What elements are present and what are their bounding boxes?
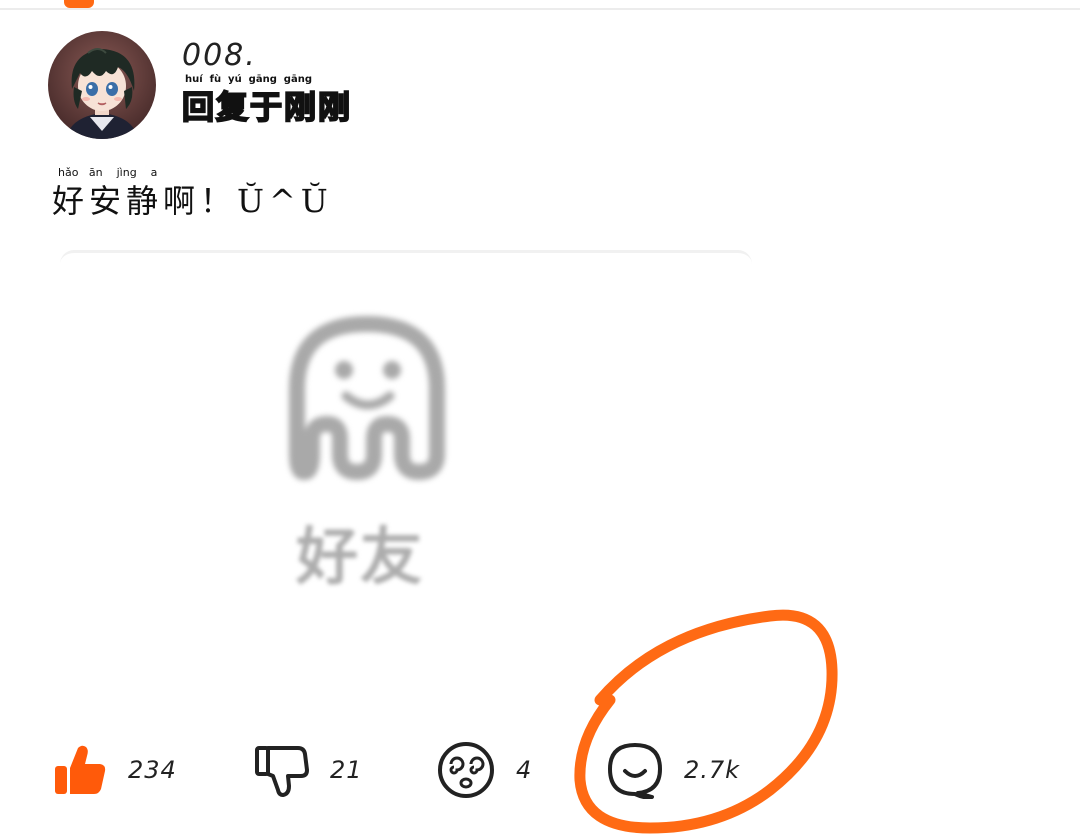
thumbs-down-icon bbox=[255, 746, 309, 797]
avatar-image bbox=[48, 31, 156, 139]
active-tab-indicator bbox=[64, 0, 94, 8]
comment-count: 2.7k bbox=[684, 756, 741, 784]
placeholder-text: 好友 bbox=[296, 520, 425, 593]
post-text: 好安静啊！Ŭ^Ŭ bbox=[52, 176, 333, 222]
like-button[interactable]: 234 bbox=[52, 738, 177, 802]
like-count: 234 bbox=[128, 756, 177, 784]
comment-bubble-icon bbox=[608, 743, 662, 799]
avatar[interactable] bbox=[48, 31, 156, 139]
username-label: 回复于刚刚 bbox=[181, 87, 353, 127]
annotation-circle bbox=[570, 600, 860, 838]
ghost-icon bbox=[282, 314, 452, 498]
username-number: 008. bbox=[182, 38, 257, 73]
dislike-button[interactable]: 21 bbox=[254, 738, 363, 802]
top-divider bbox=[0, 8, 1080, 10]
thumbs-up-icon bbox=[55, 745, 106, 794]
dislike-count: 21 bbox=[330, 756, 363, 784]
post-text-body: 好安静啊！ bbox=[52, 182, 238, 220]
post-emoticon: Ŭ^Ŭ bbox=[237, 182, 333, 220]
dizzy-face-icon bbox=[438, 742, 494, 798]
comment-button[interactable]: 2.7k bbox=[606, 738, 740, 802]
dizzy-reaction-button[interactable]: 4 bbox=[436, 738, 532, 802]
dizzy-count: 4 bbox=[516, 756, 533, 784]
